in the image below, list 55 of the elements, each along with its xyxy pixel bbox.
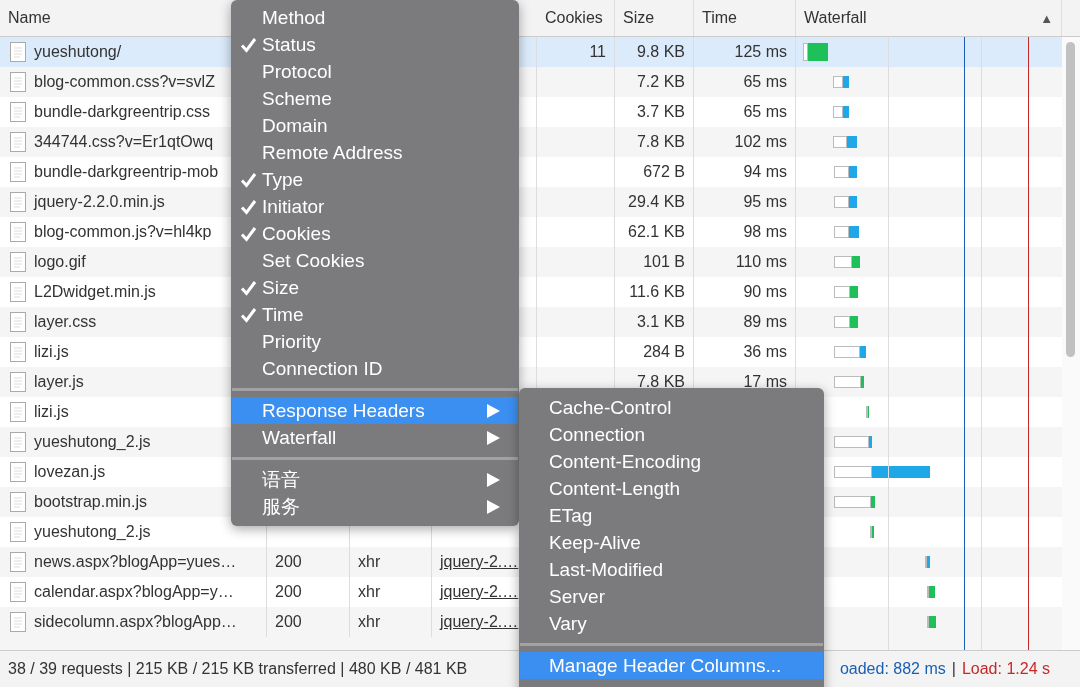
time-cell: 125 ms	[734, 43, 787, 61]
load-time: Load: 1.24 s	[961, 660, 1050, 678]
request-name: lizi.js	[34, 343, 69, 361]
request-name: layer.js	[34, 373, 84, 391]
cookies-cell: 11	[589, 43, 606, 61]
size-cell: 672 B	[643, 163, 685, 181]
time-cell: 110 ms	[735, 253, 787, 271]
time-cell: 98 ms	[743, 223, 787, 241]
request-name: yueshutong_2.js	[34, 523, 151, 541]
status-cell: 200	[275, 583, 302, 601]
status-separator: |	[951, 660, 956, 678]
size-cell: 101 B	[643, 253, 685, 271]
size-cell: 9.8 KB	[636, 43, 685, 61]
size-cell: 7.8 KB	[636, 133, 685, 151]
size-cell: 62.1 KB	[628, 223, 685, 241]
request-name: yueshutong_2.js	[34, 433, 151, 451]
request-name: lizi.js	[34, 403, 69, 421]
time-cell: 102 ms	[734, 133, 787, 151]
type-cell: xhr	[358, 553, 381, 571]
request-name: lovezan.js	[34, 463, 106, 481]
dom-loaded-time: oaded: 882 ms	[839, 660, 946, 678]
time-cell: 94 ms	[743, 163, 787, 181]
size-cell: 3.1 KB	[636, 313, 685, 331]
type-cell: xhr	[358, 613, 381, 631]
request-name: yueshutong/	[34, 43, 122, 61]
request-name: blog-common.css?v=svlZ	[34, 73, 215, 91]
size-cell: 7.2 KB	[636, 73, 685, 91]
size-cell: 284 B	[643, 343, 685, 361]
size-cell: 7.8 KB	[636, 373, 685, 391]
request-name: layer.css	[34, 313, 97, 331]
time-cell: 65 ms	[743, 73, 787, 91]
status-cell: 200	[275, 553, 302, 571]
request-name: bundle-darkgreentrip-mob	[34, 163, 219, 181]
type-cell: xhr	[358, 583, 381, 601]
request-name: jquery-2.2.0.min.js	[34, 193, 165, 211]
request-name: calendar.aspx?blogApp=y…	[34, 583, 234, 601]
time-cell: 89 ms	[743, 313, 787, 331]
request-name: bootstrap.min.js	[34, 493, 147, 511]
time-cell: 65 ms	[743, 103, 787, 121]
request-name: blog-common.js?v=hl4kp	[34, 223, 212, 241]
request-summary: 38 / 39 requests | 215 KB / 215 KB transferred | 480 KB / 481 KB	[8, 660, 468, 678]
time-cell: 17 ms	[743, 373, 787, 391]
status-cell: 200	[275, 613, 302, 631]
request-name: sidecolumn.aspx?blogApp…	[34, 613, 237, 631]
request-name: logo.gif	[34, 253, 86, 271]
request-name: news.aspx?blogApp=yues…	[34, 553, 237, 571]
request-name: 344744.css?v=Er1qtOwq	[34, 133, 214, 151]
time-cell: 36 ms	[743, 343, 787, 361]
size-cell: 11.6 KB	[629, 283, 685, 301]
time-cell: 90 ms	[743, 283, 787, 301]
size-cell: 3.7 KB	[636, 103, 685, 121]
size-cell: 29.4 KB	[628, 193, 685, 211]
request-name: bundle-darkgreentrip.css	[34, 103, 211, 121]
request-name: L2Dwidget.min.js	[34, 283, 156, 301]
time-cell: 95 ms	[743, 193, 787, 211]
